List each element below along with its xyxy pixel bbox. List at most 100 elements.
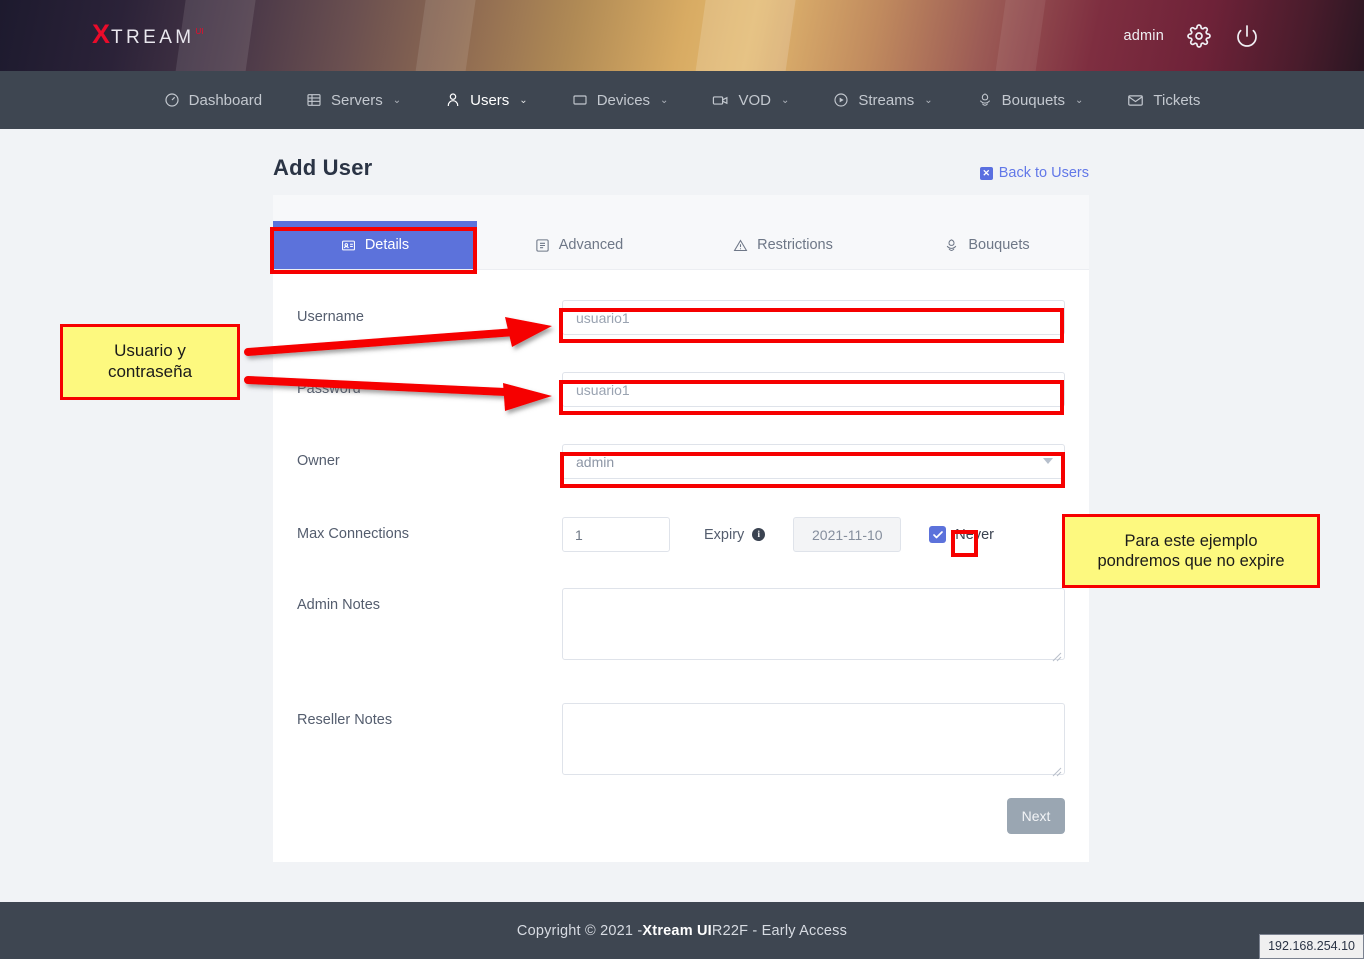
password-label: Password [297,372,562,397]
field-row-reseller-notes: Reseller Notes [273,703,1089,780]
tab-restrictions[interactable]: Restrictions [681,221,885,269]
x-square-icon: ✕ [980,167,993,180]
header-actions: admin [1124,0,1261,71]
header-decor-streak [992,0,1049,71]
power-icon[interactable] [1234,23,1260,49]
app-root: X TREAM UI admin [0,0,1364,959]
field-row-password: Password [273,372,1089,407]
sliders-icon [535,238,550,253]
header-username[interactable]: admin [1124,28,1165,44]
footer-brand: Xtream UI [642,923,712,939]
main-navigation: Dashboard Servers ⌄ Users ⌄ [0,71,1364,129]
chevron-down-icon: ⌄ [393,95,401,106]
annotation-note-credentials: Usuario ycontraseña [60,324,240,400]
max-connections-input[interactable] [562,517,670,552]
tab-advanced[interactable]: Advanced [477,221,681,269]
nav-item-servers[interactable]: Servers ⌄ [284,71,423,129]
admin-notes-wrapper [562,588,1065,665]
nav-label-streams: Streams [858,92,914,109]
annotation-note-expiry-text: Para este ejemplopondremos que no expire [1097,531,1284,571]
field-row-max-connections: Max Connections Expiry i Never [273,517,1089,552]
id-card-icon [341,238,356,253]
dashboard-icon [164,92,180,108]
user-icon [445,92,461,108]
username-label: Username [297,300,562,325]
chevron-down-icon: ⌄ [1075,95,1083,106]
nav-item-vod[interactable]: VOD ⌄ [690,71,811,129]
add-user-form: Username Password Owner [273,270,1089,850]
logo-superscript: UI [196,27,204,36]
tab-label-advanced: Advanced [559,237,624,253]
tab-label-bouquets: Bouquets [968,237,1029,253]
nav-item-bouquets[interactable]: Bouquets ⌄ [955,71,1106,129]
app-header: X TREAM UI admin [0,0,1364,71]
nav-label-bouquets: Bouquets [1002,92,1065,109]
card-top-strip [273,195,1089,221]
expiry-date-input[interactable] [793,517,901,552]
admin-notes-label: Admin Notes [297,588,562,613]
tab-details[interactable]: Details [273,221,477,269]
nav-item-tickets[interactable]: Tickets [1105,71,1222,129]
app-footer: Copyright © 2021 - Xtream UI R22F - Earl… [0,902,1364,959]
info-icon[interactable]: i [752,528,765,541]
nav-item-streams[interactable]: Streams ⌄ [811,71,954,129]
nav-item-dashboard[interactable]: Dashboard [142,71,284,129]
header-decor-streak [412,0,479,71]
envelope-icon [1127,92,1144,109]
owner-select[interactable] [562,444,1065,479]
reseller-notes-wrapper [562,703,1065,780]
nav-label-vod: VOD [738,92,771,109]
play-circle-icon [833,92,849,108]
tab-label-restrictions: Restrictions [757,237,833,253]
owner-select-wrapper [562,444,1065,479]
footer-copyright-prefix: Copyright © 2021 - [517,923,643,939]
annotation-note-credentials-text: Usuario ycontraseña [108,341,192,382]
video-icon [712,92,729,109]
form-tabs: Details Advanced [273,221,1089,270]
nav-item-users[interactable]: Users ⌄ [423,71,550,129]
reseller-notes-label: Reseller Notes [297,703,562,728]
chevron-down-icon: ⌄ [519,95,527,106]
app-logo[interactable]: X TREAM UI [92,19,204,50]
back-to-users-link[interactable]: ✕ Back to Users [980,165,1089,181]
nav-items: Dashboard Servers ⌄ Users ⌄ [142,71,1223,129]
nav-item-devices[interactable]: Devices ⌄ [550,71,691,129]
expiry-label: Expiry [704,527,744,543]
ip-status-tooltip: 192.168.254.10 [1259,934,1364,959]
bouquet-icon [977,92,993,108]
never-label: Never [955,527,994,543]
page-title: Add User [273,155,372,181]
check-icon [932,529,944,541]
back-to-users-label: Back to Users [999,165,1089,181]
username-input[interactable] [562,300,1065,335]
never-expire-checkbox[interactable] [929,526,946,543]
form-actions: Next [273,780,1089,850]
admin-notes-textarea[interactable] [562,588,1065,660]
max-connections-label: Max Connections [297,517,562,542]
owner-label: Owner [297,444,562,469]
tab-bouquets[interactable]: Bouquets [885,221,1089,269]
field-row-owner: Owner [273,444,1089,479]
tab-label-details: Details [365,237,409,253]
header-decor-streak [692,0,799,71]
servers-icon [306,92,322,108]
chevron-down-icon: ⌄ [781,95,789,106]
nav-label-users: Users [470,92,509,109]
warning-icon [733,238,748,253]
bouquet-icon [944,238,959,253]
next-button[interactable]: Next [1007,798,1065,834]
annotation-note-expiry: Para este ejemplopondremos que no expire [1062,514,1320,588]
nav-label-devices: Devices [597,92,650,109]
nav-label-tickets: Tickets [1153,92,1200,109]
reseller-notes-textarea[interactable] [562,703,1065,775]
nav-label-dashboard: Dashboard [189,92,262,109]
gear-icon[interactable] [1186,23,1212,49]
page-header: Add User ✕ Back to Users [273,129,1089,195]
field-row-username: Username [273,300,1089,335]
device-icon [572,92,588,108]
password-input[interactable] [562,372,1065,407]
page-content: Add User ✕ Back to Users [273,129,1089,862]
field-row-admin-notes: Admin Notes [273,588,1089,665]
logo-x-mark: X [92,19,110,50]
footer-copyright-suffix: R22F - Early Access [712,923,847,939]
